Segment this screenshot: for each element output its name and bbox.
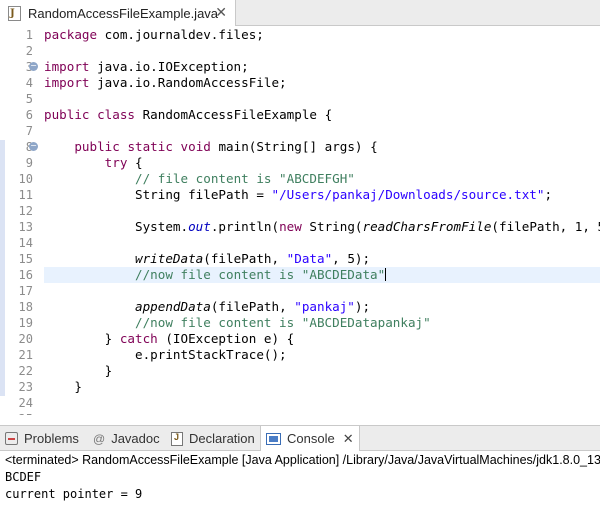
code-line: e.printStackTrace(); [135,347,287,362]
code-line: appendData(filePath, "pankaj"); [135,299,371,314]
code-line: import java.io.RandomAccessFile; [44,75,287,90]
editor-tab-randomaccessfileexample[interactable]: J RandomAccessFileExample.java ✕ [0,0,236,26]
tab-declaration[interactable]: Declaration [166,426,260,451]
line-number: 5 [25,92,33,106]
line-number: 1 [25,28,33,42]
code-line: import java.io.IOException; [44,59,249,74]
code-line: } [74,379,82,394]
tab-console[interactable]: Console ✕ [260,426,360,451]
line-number: 24 [18,396,33,410]
line-number: 7 [25,124,33,138]
tab-javadoc[interactable]: @ Javadoc [88,426,164,451]
tab-label: Declaration [189,431,255,446]
console-output[interactable]: <terminated> RandomAccessFileExample [Ja… [0,452,600,506]
code-line: // file content is "ABCDEFGH" [135,171,355,186]
line-number: 2 [25,44,33,58]
code-line: writeData(filePath, "Data", 5); [135,251,371,266]
line-number: 11 [18,188,33,202]
code-line: //now file content is "ABCDEDatapankaj" [135,315,431,330]
line-number: 10 [18,172,33,186]
java-file-icon: J [8,5,21,21]
tab-problems[interactable]: Problems [0,426,86,451]
editor-tab-label: RandomAccessFileExample.java [28,5,219,21]
tab-label: Javadoc [111,431,160,446]
line-number: 20 [18,332,33,346]
line-number: 13 [18,220,33,234]
console-line: current pointer = 9 [5,487,143,501]
at-sign-icon: @ [93,431,106,446]
tab-label: Console [287,431,335,446]
problems-icon [5,432,18,445]
close-icon[interactable]: ✕ [215,4,227,20]
code-text[interactable]: package com.journaldev.files; import jav… [44,27,600,415]
line-number: 21 [18,348,33,362]
line-number: 18 [18,300,33,314]
text-cursor [385,268,387,281]
console-icon [266,432,281,445]
line-number: 15 [18,252,33,266]
code-line: } catch (IOException e) { [104,331,295,346]
views-tab-bar: Problems @ Javadoc Declaration Console ✕ [0,425,600,451]
code-line: String filePath = "/Users/pankaj/Downloa… [135,187,553,202]
line-number: 9 [25,156,33,170]
fold-toggle-icon[interactable]: − [29,62,38,71]
line-number: 22 [18,364,33,378]
line-number-gutter: 1 2 3 4 5 6 7 8 9 10 11 12 13 14 15 16 1… [5,27,39,415]
code-line: try { [104,155,143,170]
code-line: } [104,363,113,378]
close-icon[interactable]: ✕ [343,431,354,447]
terminated-status: <terminated> RandomAccessFileExample [Ja… [5,453,600,467]
line-number: 17 [18,284,33,298]
code-line: public class RandomAccessFileExample { [44,107,333,122]
line-number: 14 [18,236,33,250]
line-number: 12 [18,204,33,218]
code-line: //now file content is "ABCDEData" [135,267,387,282]
line-number: 19 [18,316,33,330]
console-line: BCDEF [5,470,42,484]
line-number: 25 [19,411,33,415]
editor-tab-bar: J RandomAccessFileExample.java ✕ [0,0,600,26]
code-editor[interactable]: 1 2 3 4 5 6 7 8 9 10 11 12 13 14 15 16 1… [0,27,600,415]
code-line: package com.journaldev.files; [44,27,264,42]
code-line: System.out.println(new String(readCharsF… [135,219,600,234]
line-number: 6 [25,108,33,122]
fold-toggle-icon[interactable]: − [29,142,38,151]
code-line: public static void main(String[] args) { [74,139,378,154]
line-number: 4 [25,76,33,90]
line-number: 16 [18,268,33,282]
declaration-icon [171,431,183,446]
tab-label: Problems [24,431,79,446]
line-number: 23 [18,380,33,394]
